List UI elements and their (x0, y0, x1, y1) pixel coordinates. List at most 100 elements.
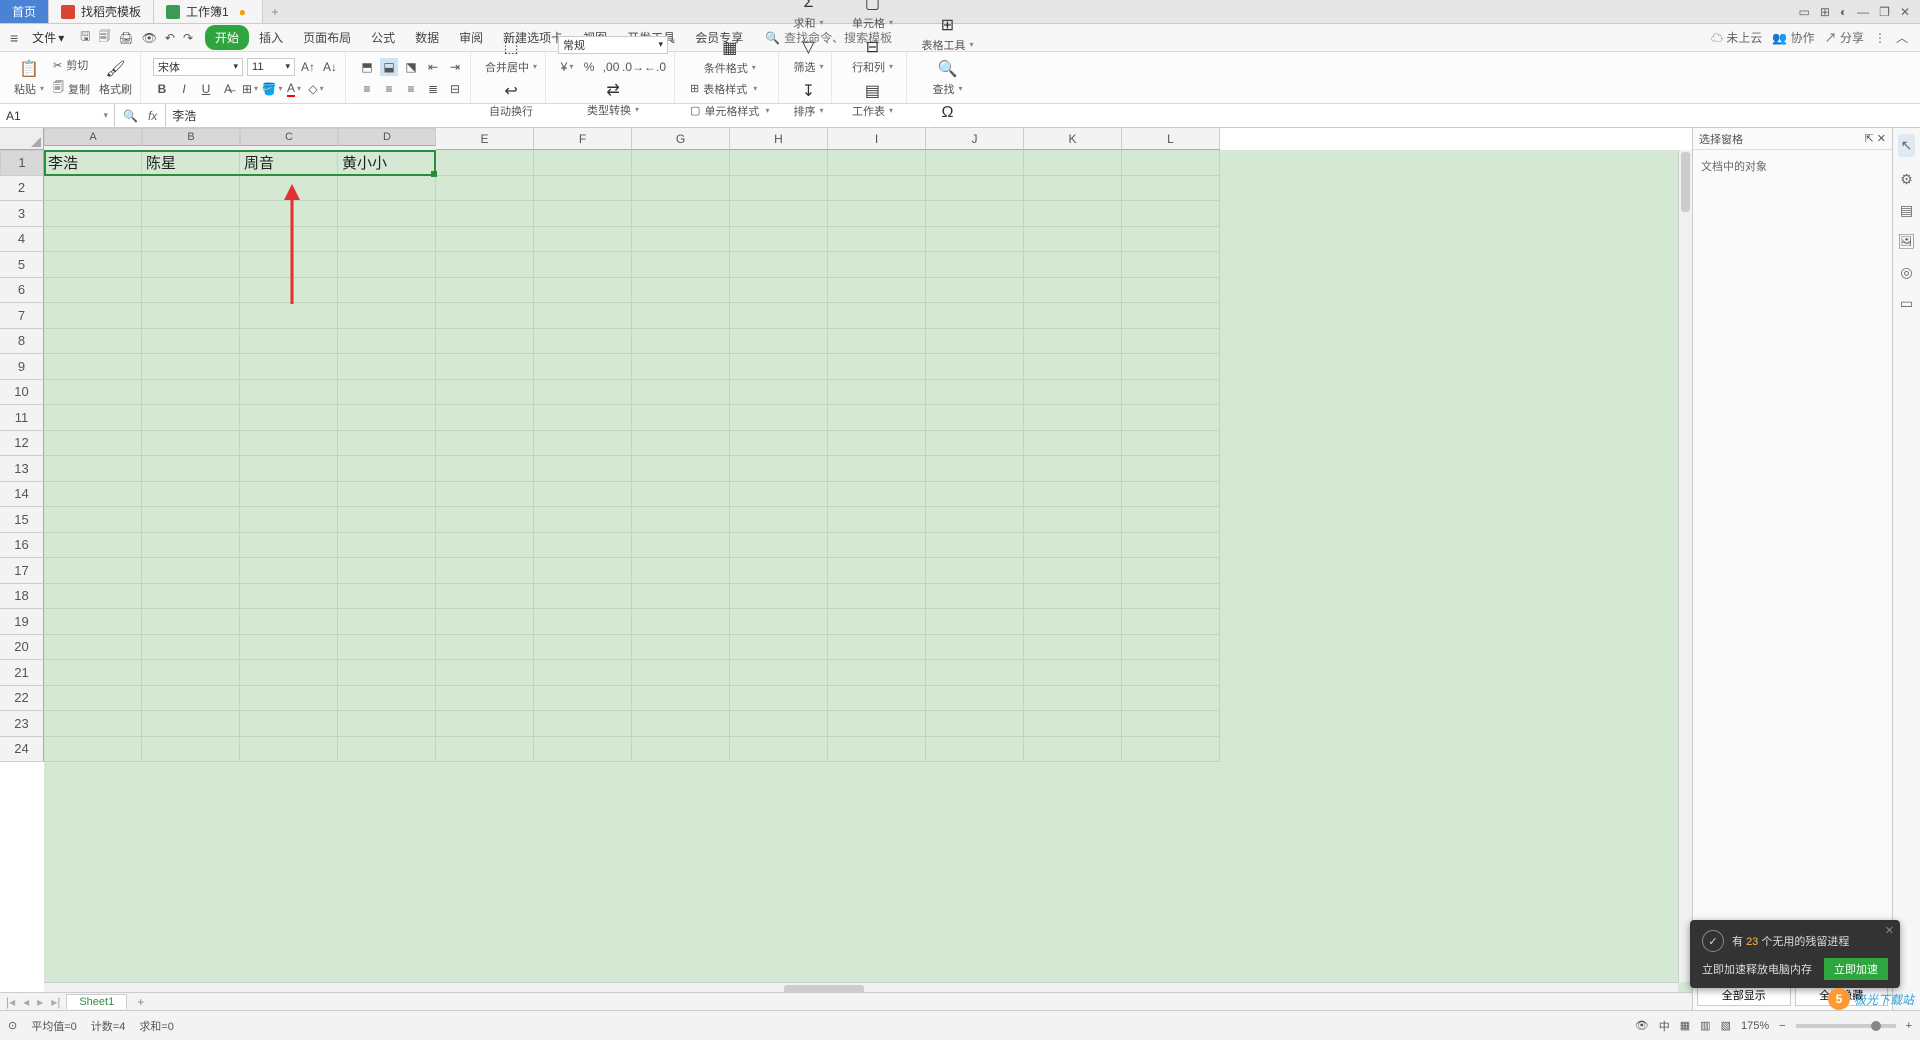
fill-color-icon[interactable]: 🪣 (263, 80, 281, 98)
cell[interactable] (632, 431, 730, 457)
cell[interactable] (1024, 278, 1122, 304)
cell[interactable] (338, 711, 436, 737)
cell[interactable] (436, 660, 534, 686)
cell[interactable] (632, 660, 730, 686)
cell[interactable] (1024, 303, 1122, 329)
cell[interactable] (926, 635, 1024, 661)
ribbon-tab-data[interactable]: 数据 (405, 25, 449, 50)
cell[interactable] (828, 227, 926, 253)
cell[interactable] (338, 278, 436, 304)
cell[interactable] (44, 558, 142, 584)
cell[interactable] (534, 354, 632, 380)
cell[interactable] (240, 380, 338, 406)
cell[interactable] (142, 201, 240, 227)
sheet-nav-next[interactable]: ▸ (35, 995, 45, 1009)
row-header[interactable]: 2 (0, 176, 44, 202)
cell[interactable] (436, 431, 534, 457)
cell[interactable] (828, 507, 926, 533)
cell[interactable] (338, 252, 436, 278)
cell[interactable] (730, 558, 828, 584)
cell[interactable] (534, 711, 632, 737)
add-sheet-button[interactable]: + (131, 995, 150, 1009)
cell[interactable] (240, 354, 338, 380)
distribute-icon[interactable]: ⊟ (446, 80, 464, 98)
row-header[interactable]: 17 (0, 558, 44, 584)
saveas-icon[interactable]: 🗐 (98, 27, 110, 48)
cell[interactable] (926, 686, 1024, 712)
cell[interactable] (240, 201, 338, 227)
cell[interactable] (926, 431, 1024, 457)
row-header[interactable]: 4 (0, 227, 44, 253)
cell[interactable] (926, 507, 1024, 533)
cell[interactable] (632, 227, 730, 253)
cell[interactable] (44, 660, 142, 686)
cell[interactable] (1122, 150, 1220, 176)
cell[interactable] (142, 252, 240, 278)
cell[interactable] (1122, 176, 1220, 202)
cell[interactable] (926, 303, 1024, 329)
row-header[interactable]: 16 (0, 533, 44, 559)
zoom-in-icon[interactable]: + (1906, 1020, 1912, 1032)
cell[interactable] (240, 278, 338, 304)
cell[interactable] (926, 380, 1024, 406)
file-menu[interactable]: 文件 ▾ (28, 29, 68, 46)
filter-button[interactable]: ▽筛选 (791, 35, 825, 77)
cell[interactable] (632, 380, 730, 406)
cell[interactable] (436, 737, 534, 763)
cell[interactable] (1024, 329, 1122, 355)
cell[interactable] (142, 456, 240, 482)
cell[interactable] (632, 150, 730, 176)
strike-icon[interactable]: A̶ (219, 80, 237, 98)
justify-icon[interactable]: ≣ (424, 80, 442, 98)
italic-icon[interactable]: I (175, 80, 193, 98)
tablefmt-button[interactable]: ⊞表格样式 (687, 80, 772, 98)
cell[interactable] (632, 201, 730, 227)
cell[interactable] (142, 635, 240, 661)
cell[interactable] (828, 354, 926, 380)
cell[interactable] (436, 380, 534, 406)
cell[interactable] (44, 533, 142, 559)
col-header[interactable]: I (828, 128, 926, 150)
cell[interactable] (926, 533, 1024, 559)
settings-sidebar-icon[interactable]: ⚙ (1900, 171, 1913, 188)
cell[interactable] (730, 584, 828, 610)
view-page-icon[interactable]: ▥ (1700, 1019, 1710, 1032)
cell[interactable] (828, 329, 926, 355)
cell[interactable] (534, 533, 632, 559)
cell[interactable] (142, 482, 240, 508)
cell[interactable] (1024, 686, 1122, 712)
cell[interactable] (44, 176, 142, 202)
cell[interactable] (534, 635, 632, 661)
cell[interactable] (1122, 354, 1220, 380)
cell[interactable] (1024, 737, 1122, 763)
condfmt-button[interactable]: ▦条件格式 (702, 36, 758, 78)
cell[interactable] (44, 431, 142, 457)
cell[interactable] (338, 686, 436, 712)
merge-button[interactable]: ⬚合并居中 (483, 35, 539, 77)
cell[interactable] (926, 737, 1024, 763)
cell[interactable] (240, 303, 338, 329)
cell[interactable] (436, 584, 534, 610)
cell[interactable] (1024, 660, 1122, 686)
cell[interactable] (338, 303, 436, 329)
cell[interactable] (534, 456, 632, 482)
cell[interactable] (828, 482, 926, 508)
comma-icon[interactable]: ,00 (602, 58, 620, 76)
align-middle-icon[interactable]: ⬓ (380, 58, 398, 76)
cell[interactable] (436, 456, 534, 482)
increase-font-icon[interactable]: A↑ (299, 58, 317, 76)
cell[interactable] (730, 354, 828, 380)
cloud-status[interactable]: ☁ 未上云 (1711, 29, 1762, 46)
font-color-icon[interactable]: A (285, 80, 303, 98)
inc-decimal-icon[interactable]: .0→ (624, 58, 642, 76)
cell[interactable] (142, 660, 240, 686)
maximize-button[interactable]: ❐ (1879, 5, 1890, 19)
cell[interactable] (828, 278, 926, 304)
cell[interactable] (926, 278, 1024, 304)
cell[interactable] (240, 609, 338, 635)
accelerate-button[interactable]: 立即加速 (1824, 958, 1888, 980)
collapse-ribbon-icon[interactable]: ︿ (1896, 29, 1908, 46)
name-box[interactable]: A1 ▾ (0, 104, 115, 127)
cell[interactable] (338, 558, 436, 584)
cell[interactable] (44, 380, 142, 406)
